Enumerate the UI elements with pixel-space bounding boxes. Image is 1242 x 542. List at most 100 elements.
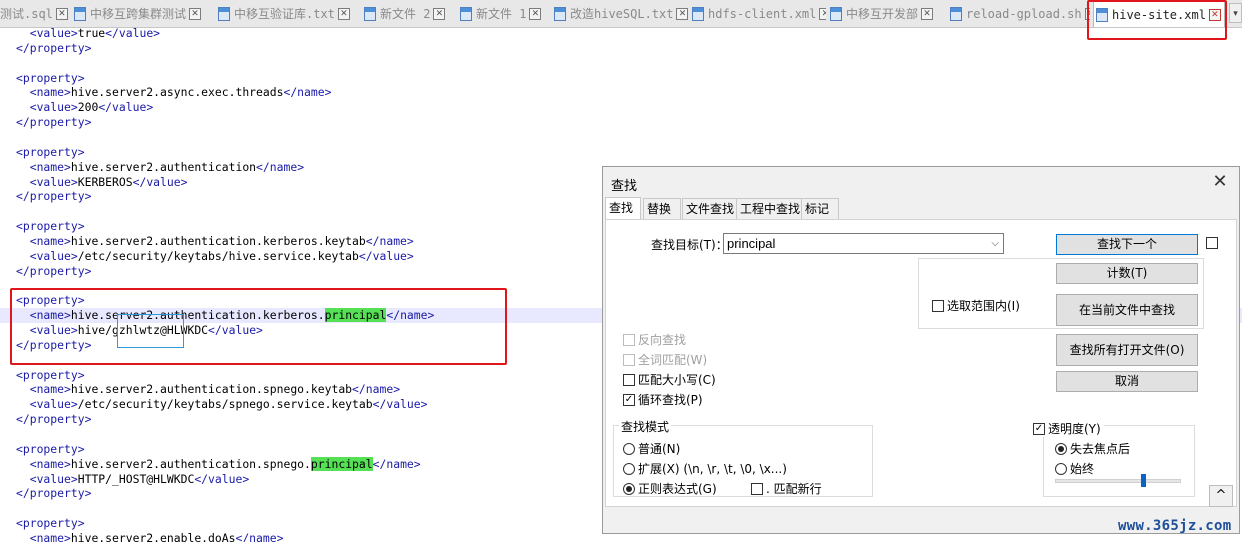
checkbox-box[interactable]	[623, 373, 635, 386]
xml-open-tag: <name>	[29, 159, 71, 174]
collapse-up-button[interactable]: ^	[1209, 485, 1233, 507]
find-next-button[interactable]: 查找下一个	[1056, 234, 1198, 255]
reverse-search-label: 反向查找	[638, 333, 687, 347]
always-radio[interactable]: 始终	[1055, 460, 1094, 477]
checkbox-box[interactable]	[623, 353, 635, 366]
dot-matches-newline-label: . 匹配新行	[766, 482, 822, 496]
file-tab[interactable]: 中移互开发部 ✕	[828, 2, 946, 25]
xml-text: hive.server2.authentication.spnego.keyta…	[70, 382, 353, 397]
count-button[interactable]: 计数(T)	[1056, 263, 1198, 284]
code-line: <property>	[0, 442, 85, 457]
file-tab-label: 中移互跨集群测试	[90, 7, 187, 21]
radio-circle[interactable]	[623, 442, 635, 455]
mode-normal-radio[interactable]: 普通(N)	[623, 440, 680, 457]
checkbox-box[interactable]	[751, 482, 763, 495]
on-lose-focus-radio[interactable]: 失去焦点后	[1055, 440, 1130, 457]
xml-open-tag: <name>	[29, 382, 71, 397]
xml-text: /etc/security/keytabs/spnego.service.key…	[77, 397, 373, 412]
close-tab-icon[interactable]: ✕	[819, 7, 826, 20]
code-line: </property>	[0, 486, 91, 501]
xml-open-tag: <value>	[29, 174, 78, 189]
check-icon[interactable]: ✓	[1033, 422, 1045, 435]
transparency-slider[interactable]	[1055, 474, 1181, 487]
radio-circle[interactable]	[623, 462, 635, 475]
xml-close-tag: </name>	[365, 233, 414, 248]
close-tab-icon[interactable]: ✕	[433, 7, 446, 20]
file-tab[interactable]: hdfs-client.xml ✕	[690, 2, 826, 25]
radio-circle-selected[interactable]	[1055, 442, 1067, 455]
file-tab-label: 改造hiveSQL.txt	[570, 7, 674, 21]
find-next-option-checkbox[interactable]	[1206, 237, 1221, 249]
xml-open-tag: <property>	[16, 367, 85, 382]
radio-circle-selected[interactable]	[623, 482, 635, 495]
dialog-title: 查找	[611, 179, 638, 194]
code-line: <value>/etc/security/keytabs/spnego.serv…	[0, 397, 428, 412]
cancel-button[interactable]: 取消	[1056, 371, 1198, 392]
xml-text: HTTP/_HOST@HLWKDC	[77, 471, 195, 486]
file-tab[interactable]: 中移互跨集群测试 ✕	[72, 2, 214, 25]
xml-close-tag: </name>	[283, 85, 332, 100]
find-target-combobox[interactable]: principal ⌵	[723, 233, 1004, 254]
dot-matches-newline-checkbox[interactable]: . 匹配新行	[751, 480, 822, 497]
file-tab-label: 新文件 1	[476, 7, 527, 21]
file-tab[interactable]: reload-gpload.sh ✕	[948, 2, 1090, 25]
xml-open-tag: <value>	[29, 471, 78, 486]
whole-word-checkbox[interactable]: 全词匹配(W)	[623, 351, 707, 368]
find-all-open-files-button[interactable]: 查找所有打开文件(O)	[1056, 334, 1198, 366]
close-tab-icon[interactable]: ✕	[55, 7, 68, 20]
code-line: </property>	[0, 264, 91, 279]
code-line: </property>	[0, 41, 91, 56]
checkbox-box[interactable]	[932, 299, 944, 312]
file-tab[interactable]: 中移互验证库.txt ✕	[216, 2, 360, 25]
tab-find[interactable]: 查找	[605, 197, 641, 220]
tab-replace[interactable]: 替换	[643, 198, 681, 219]
xml-close-tag: </name>	[256, 159, 305, 174]
file-tab[interactable]: 测试.sql ✕	[0, 2, 70, 25]
close-tab-icon[interactable]: ✕	[529, 7, 542, 20]
chevron-down-icon[interactable]: ⌵	[991, 234, 999, 253]
xml-open-tag: <property>	[16, 144, 85, 159]
match-case-checkbox[interactable]: 匹配大小写(C)	[623, 371, 716, 388]
close-tab-icon[interactable]: ✕	[337, 7, 350, 20]
close-tab-icon[interactable]: ✕	[921, 7, 934, 20]
find-in-current-file-button[interactable]: 在当前文件中查找	[1056, 294, 1198, 326]
code-line: <value>/etc/security/keytabs/hive.servic…	[0, 249, 414, 264]
code-line: </property>	[0, 412, 91, 427]
tab-find-in-files[interactable]: 文件查找	[682, 198, 742, 219]
file-tab-label: 中移互验证库.txt	[234, 7, 335, 21]
xml-open-tag: <name>	[29, 530, 71, 542]
file-icon	[950, 6, 962, 21]
close-tab-icon[interactable]: ✕	[676, 7, 688, 20]
file-tab[interactable]: 新文件 2 ✕	[362, 2, 456, 25]
wrap-around-checkbox[interactable]: ✓ 循环查找(P)	[623, 391, 703, 408]
xml-open-tag: </property>	[16, 115, 92, 130]
file-tab[interactable]: 新文件 1 ✕	[458, 2, 550, 25]
tab-find-in-project[interactable]: 工程中查找	[736, 198, 808, 219]
code-line: <name>hive.server2.authentication</name>	[0, 160, 304, 175]
code-line: <value>HTTP/_HOST@HLWKDC</value>	[0, 472, 249, 487]
in-selection-checkbox[interactable]: 选取范围内(I)	[932, 297, 1020, 314]
mode-extended-radio[interactable]: 扩展(X) (\n, \r, \t, \0, \x...)	[623, 460, 787, 477]
xml-open-tag: <value>	[29, 100, 78, 115]
file-tab[interactable]: 改造hiveSQL.txt ✕	[552, 2, 688, 25]
radio-circle[interactable]	[1055, 462, 1067, 475]
slider-thumb[interactable]	[1141, 474, 1146, 487]
xml-close-tag: </value>	[372, 397, 428, 412]
on-lose-focus-label: 失去焦点后	[1070, 442, 1131, 456]
transparency-checkbox[interactable]: ✓ 透明度(Y)	[1033, 420, 1104, 437]
tab-mark[interactable]: 标记	[801, 198, 839, 219]
tab-list-dropdown-button[interactable]: ▾	[1229, 3, 1242, 23]
search-match: principal	[310, 456, 373, 471]
check-icon[interactable]: ✓	[623, 393, 635, 406]
reverse-search-checkbox[interactable]: 反向查找	[623, 331, 686, 348]
close-tab-icon[interactable]: ✕	[189, 7, 202, 20]
checkbox-box[interactable]	[1206, 237, 1218, 249]
checkbox-box[interactable]	[623, 333, 635, 346]
file-icon	[554, 6, 566, 21]
code-line: <value>200</value>	[0, 100, 153, 115]
mode-regex-radio[interactable]: 正则表达式(G)	[623, 480, 717, 497]
file-icon	[830, 6, 842, 21]
close-icon[interactable]: ✕	[1209, 171, 1231, 193]
cursor-selection-box	[117, 314, 184, 348]
